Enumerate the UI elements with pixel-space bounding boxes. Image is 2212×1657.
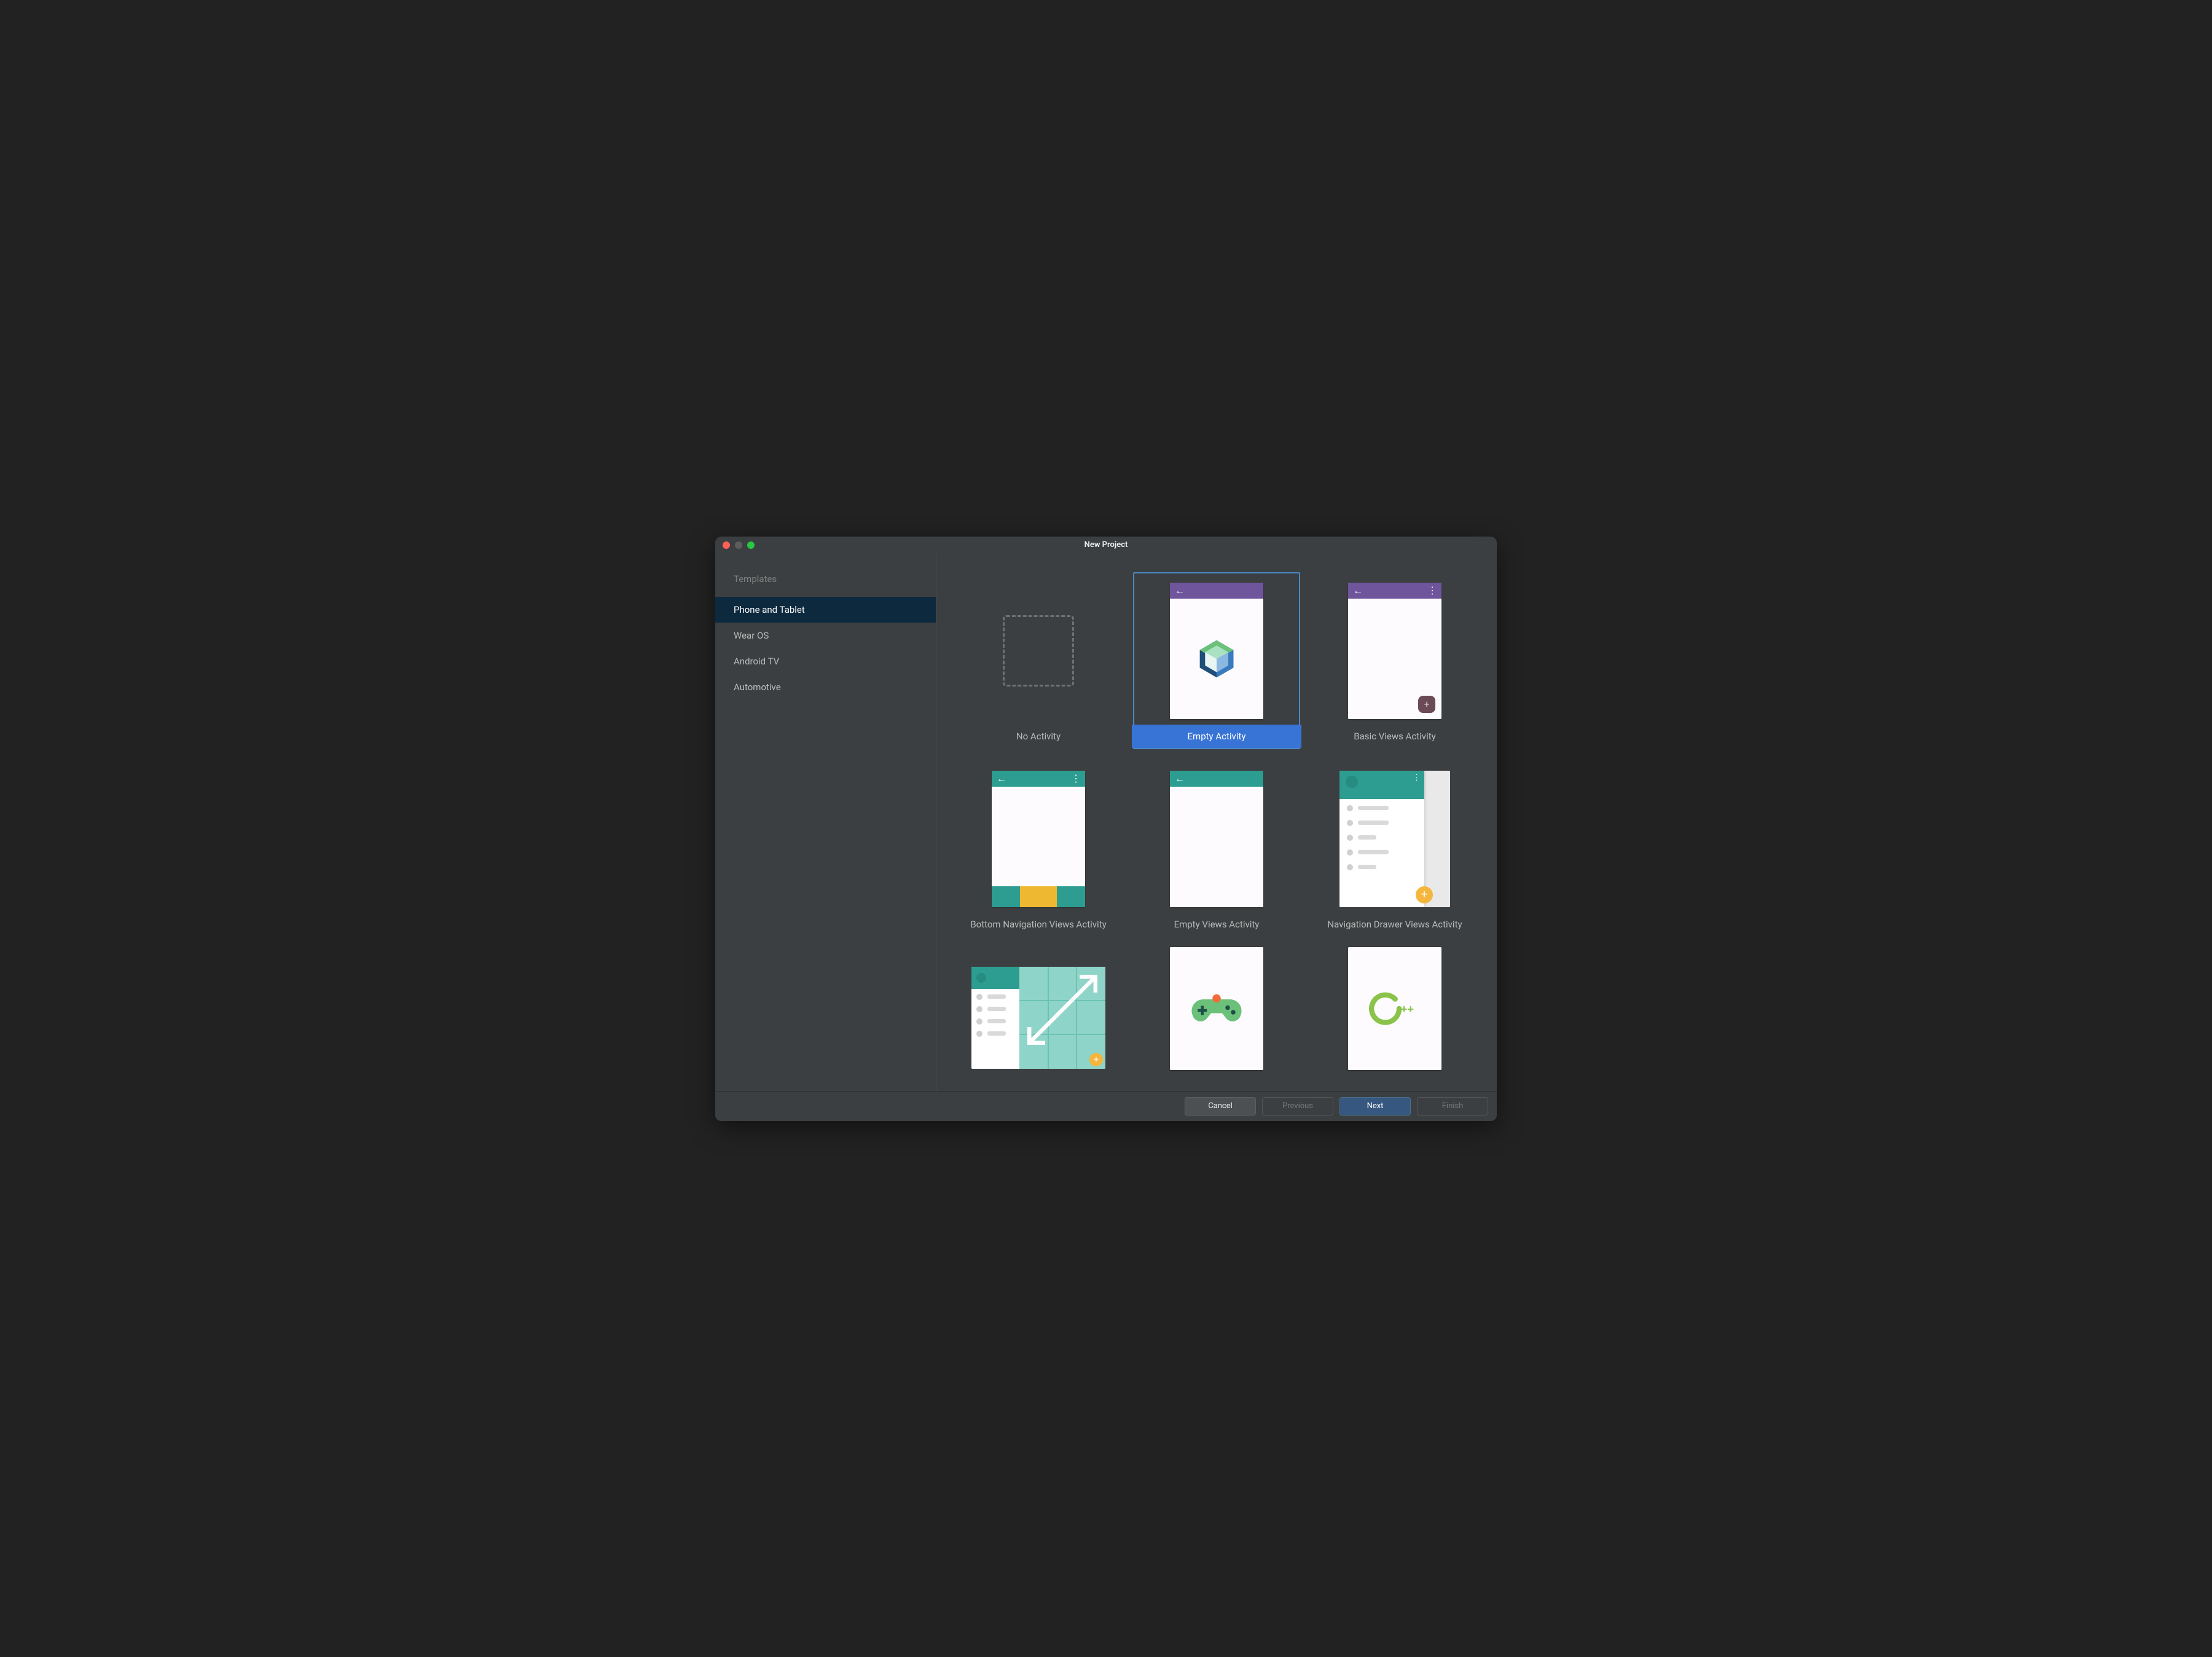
template-thumb: ← — [1134, 765, 1299, 913]
template-card-basic-views-activity[interactable]: ← ⋮ + Basic Views Activity — [1311, 572, 1478, 749]
dialog-body: Templates Phone and Tablet Wear OS Andro… — [715, 554, 1497, 1091]
sidebar-item-android-tv[interactable]: Android TV — [715, 648, 936, 674]
dashed-placeholder-icon — [1003, 615, 1074, 687]
template-label: Basic Views Activity — [1310, 725, 1480, 748]
overflow-menu-icon: ⋮ — [1427, 586, 1437, 596]
template-card-bottom-navigation[interactable]: ← ⋮ Bottom Navigation Views Activity — [955, 760, 1122, 937]
sidebar-item-label: Android TV — [734, 656, 779, 667]
template-card-navigation-drawer[interactable]: ⋮ + — [1311, 760, 1478, 937]
sidebar-item-label: Phone and Tablet — [734, 604, 805, 615]
template-thumb: + — [956, 953, 1121, 1077]
template-thumb: ← — [1134, 577, 1299, 725]
template-thumb — [1134, 953, 1299, 1064]
tablet-preview: + — [971, 967, 1105, 1069]
phone-preview: ← — [1170, 771, 1263, 907]
phone-preview: ← ⋮ + — [1348, 583, 1441, 719]
avatar-icon — [1346, 776, 1358, 788]
phone-body — [1170, 947, 1263, 1070]
sidebar-item-automotive[interactable]: Automotive — [715, 674, 936, 700]
template-label: Empty Views Activity — [1132, 913, 1301, 936]
drawer-header: ⋮ — [1339, 771, 1424, 799]
fab-add-icon: + — [1416, 886, 1433, 903]
phone-body — [1170, 787, 1263, 907]
phone-body — [1170, 599, 1263, 719]
window-title: New Project — [1084, 540, 1128, 549]
drawer-rows — [1339, 799, 1424, 885]
app-bar: ← — [1170, 771, 1263, 787]
grid-pane: + — [1019, 967, 1105, 1069]
minimize-window-icon[interactable] — [735, 541, 742, 549]
phone-body: ++ — [1348, 947, 1441, 1070]
compose-logo-icon — [1194, 637, 1239, 681]
button-label: Previous — [1282, 1101, 1313, 1111]
bottom-nav — [992, 886, 1085, 907]
app-bar: ← — [1170, 583, 1263, 599]
template-thumb: ⋮ + — [1312, 765, 1477, 913]
next-button[interactable]: Next — [1339, 1097, 1411, 1116]
template-card-native-cpp[interactable]: ++ — [1311, 948, 1478, 1079]
window-controls — [723, 541, 755, 549]
dialog-footer: Cancel Previous Next Finish — [715, 1091, 1497, 1121]
template-card-empty-activity[interactable]: ← — [1133, 572, 1300, 749]
phone-body — [992, 787, 1085, 886]
titlebar: New Project — [715, 537, 1497, 554]
previous-button: Previous — [1262, 1097, 1333, 1116]
back-arrow-icon: ← — [1175, 586, 1185, 596]
new-project-dialog: New Project Templates Phone and Tablet W… — [715, 537, 1497, 1121]
template-label: No Activity — [954, 725, 1123, 748]
phone-preview: ⋮ + — [1339, 771, 1450, 907]
template-thumb: ← ⋮ + — [1312, 577, 1477, 725]
template-thumb: ← ⋮ — [956, 765, 1121, 913]
sidebar-item-phone-and-tablet[interactable]: Phone and Tablet — [715, 597, 936, 623]
template-card-responsive-views[interactable]: + — [955, 948, 1122, 1079]
fab-add-icon: + — [1418, 696, 1435, 713]
phone-preview — [1170, 947, 1263, 1070]
template-label: Empty Activity — [1132, 725, 1301, 748]
avatar-icon — [976, 973, 986, 983]
finish-button: Finish — [1417, 1097, 1488, 1116]
phone-preview: ← — [1170, 583, 1263, 719]
template-thumb — [956, 577, 1121, 725]
cpp-icon: ++ — [1368, 987, 1421, 1030]
cancel-button[interactable]: Cancel — [1185, 1097, 1256, 1116]
app-bar: ← ⋮ — [1348, 583, 1441, 599]
overflow-menu-icon: ⋮ — [1413, 773, 1421, 782]
back-arrow-icon: ← — [997, 774, 1006, 784]
button-label: Next — [1367, 1101, 1384, 1111]
sidebar-header: Templates — [715, 565, 936, 597]
fab-add-icon: + — [1089, 1053, 1103, 1066]
phone-body: + — [1348, 599, 1441, 719]
resize-arrow-icon — [1023, 970, 1102, 1049]
template-card-empty-views-activity[interactable]: ← Empty Views Activity — [1133, 760, 1300, 937]
template-card-game-activity[interactable] — [1133, 948, 1300, 1079]
phone-preview: ++ — [1348, 947, 1441, 1070]
app-bar: ← ⋮ — [992, 771, 1085, 787]
svg-text:++: ++ — [1401, 1003, 1414, 1015]
phone-preview: ← ⋮ — [992, 771, 1085, 907]
template-label: Navigation Drawer Views Activity — [1310, 913, 1480, 936]
gamepad-icon — [1189, 990, 1244, 1027]
close-window-icon[interactable] — [723, 541, 730, 549]
button-label: Finish — [1442, 1101, 1464, 1111]
back-arrow-icon: ← — [1353, 586, 1363, 596]
button-label: Cancel — [1208, 1101, 1233, 1111]
template-grid: No Activity ← — [955, 572, 1478, 1079]
template-card-no-activity[interactable]: No Activity — [955, 572, 1122, 749]
sidebar-item-wear-os[interactable]: Wear OS — [715, 623, 936, 648]
template-gallery[interactable]: No Activity ← — [936, 554, 1497, 1091]
overflow-menu-icon: ⋮ — [1071, 774, 1080, 784]
template-label: Bottom Navigation Views Activity — [954, 913, 1123, 936]
back-arrow-icon: ← — [1175, 774, 1185, 784]
zoom-window-icon[interactable] — [747, 541, 755, 549]
sidebar-item-label: Wear OS — [734, 630, 769, 641]
template-thumb: ++ — [1312, 953, 1477, 1064]
sidebar-item-label: Automotive — [734, 682, 781, 693]
sidebar: Templates Phone and Tablet Wear OS Andro… — [715, 554, 936, 1091]
